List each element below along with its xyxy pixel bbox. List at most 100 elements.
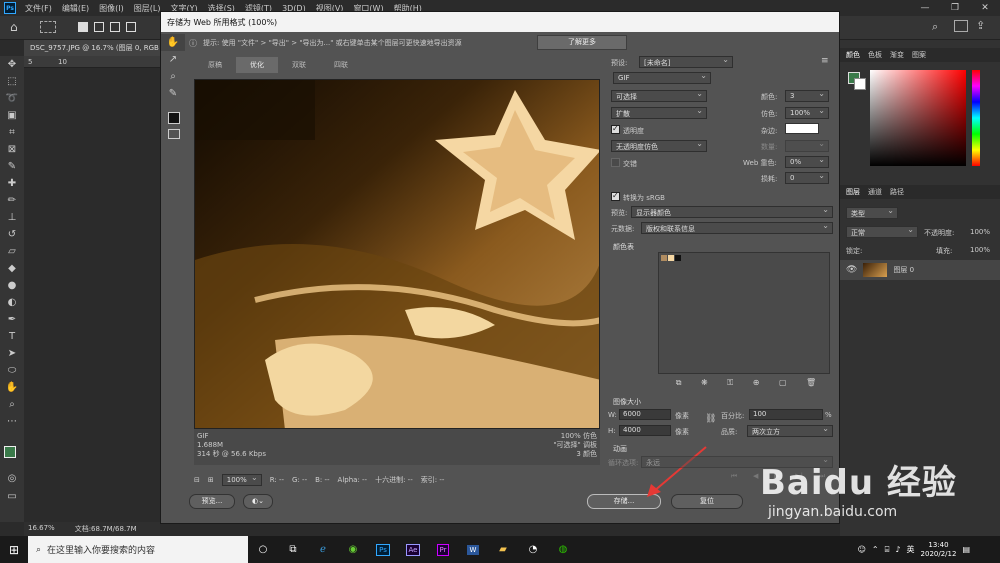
zoom-tool-icon[interactable]: ⌕ bbox=[0, 396, 24, 413]
task-view-icon[interactable]: ⧉ bbox=[278, 540, 308, 560]
format-select[interactable]: GIF bbox=[613, 72, 711, 84]
map-transparent-icon[interactable]: ⧉ bbox=[676, 378, 682, 388]
quick-mask-icon[interactable]: ◎ bbox=[0, 470, 24, 487]
eyedropper-tool-icon[interactable]: ✎ bbox=[0, 158, 24, 175]
tab-4up[interactable]: 四联 bbox=[320, 57, 362, 73]
tab-swatches[interactable]: 色板 bbox=[868, 50, 882, 60]
opacity-value[interactable]: 100% bbox=[970, 228, 990, 236]
zoom-tool-icon-dialog[interactable]: ⌕ bbox=[161, 68, 185, 85]
matte-color-swatch[interactable] bbox=[785, 123, 819, 134]
premiere-icon[interactable]: Pr bbox=[428, 540, 458, 560]
taskbar-clock[interactable]: 13:40 2020/2/12 bbox=[921, 541, 957, 559]
marquee-icon[interactable] bbox=[40, 21, 56, 33]
hand-tool-icon[interactable]: ✋ bbox=[0, 379, 24, 396]
color-picker-field[interactable] bbox=[870, 70, 966, 166]
after-effects-icon[interactable]: Ae bbox=[398, 540, 428, 560]
toggle-slices-icon[interactable] bbox=[168, 129, 180, 139]
web-shift-icon[interactable]: ❋ bbox=[701, 378, 708, 388]
lasso-tool-icon[interactable]: ➰ bbox=[0, 90, 24, 107]
browser-360-icon[interactable]: ◉ bbox=[338, 540, 368, 560]
zoom-select[interactable]: 100% bbox=[221, 474, 262, 486]
type-tool-icon[interactable]: T bbox=[0, 328, 24, 345]
path-select-tool-icon[interactable]: ➤ bbox=[0, 345, 24, 362]
delete-color-icon[interactable]: 🗑 bbox=[806, 378, 816, 388]
color-table-swatch-1[interactable] bbox=[661, 255, 667, 261]
preview-button[interactable]: 预览... bbox=[189, 494, 235, 509]
tab-layers[interactable]: 图层 bbox=[846, 187, 860, 197]
frame-tool-icon[interactable]: ⊠ bbox=[0, 141, 24, 158]
eyedropper-tool-icon-dialog[interactable]: ✎ bbox=[161, 85, 185, 102]
stamp-tool-icon[interactable]: ⊥ bbox=[0, 209, 24, 226]
cortana-icon[interactable]: ○ bbox=[248, 540, 278, 560]
history-brush-tool-icon[interactable]: ↺ bbox=[0, 226, 24, 243]
blur-tool-icon[interactable]: ● bbox=[0, 277, 24, 294]
slice-select-tool-icon[interactable]: ↗ bbox=[161, 51, 185, 68]
transparency-checkbox[interactable] bbox=[611, 124, 620, 134]
intersect-selection-icon[interactable] bbox=[126, 22, 136, 32]
palette-select[interactable]: 可选择 bbox=[611, 90, 707, 102]
maximize-icon[interactable]: ❐ bbox=[940, 0, 970, 16]
percent-field[interactable]: 100 bbox=[749, 409, 823, 420]
blend-mode-select[interactable]: 正常 bbox=[846, 226, 918, 238]
pen-tool-icon[interactable]: ✒ bbox=[0, 311, 24, 328]
windows-start-icon[interactable]: ⊞ bbox=[0, 536, 28, 563]
foreground-color-swatch[interactable] bbox=[4, 446, 16, 458]
screen-mode-icon[interactable]: ▭ bbox=[0, 488, 24, 505]
object-select-tool-icon[interactable]: ▣ bbox=[0, 107, 24, 124]
zoom-in-icon[interactable]: ⊞ bbox=[208, 476, 214, 484]
volume-icon[interactable]: ♪ bbox=[895, 545, 900, 554]
zoom-out-icon[interactable]: ⊟ bbox=[194, 476, 200, 484]
layer-kind-select[interactable]: 类型 bbox=[846, 207, 898, 219]
notification-icon[interactable]: ▤ bbox=[962, 545, 970, 554]
web-snap-select[interactable]: 0% bbox=[785, 156, 829, 168]
menu-image[interactable]: 图像(I) bbox=[94, 3, 129, 14]
eraser-tool-icon[interactable]: ▱ bbox=[0, 243, 24, 260]
subtract-selection-icon[interactable] bbox=[110, 22, 120, 32]
menu-edit[interactable]: 编辑(E) bbox=[57, 3, 94, 14]
menu-file[interactable]: 文件(F) bbox=[20, 3, 57, 14]
dither-select[interactable]: 扩散 bbox=[611, 107, 707, 119]
document-tab[interactable]: DSC_9757.JPG @ 16.7% (图层 0, RGB bbox=[24, 40, 160, 56]
photoshop-taskbar-icon[interactable]: Ps bbox=[368, 540, 398, 560]
search-icon[interactable]: ⌕ bbox=[932, 20, 938, 34]
hand-tool-icon-dialog[interactable]: ✋ bbox=[161, 34, 185, 51]
new-color-icon[interactable]: ▢ bbox=[779, 378, 787, 388]
hue-slider[interactable] bbox=[972, 70, 980, 166]
srgb-checkbox[interactable] bbox=[611, 191, 620, 201]
tab-color[interactable]: 颜色 bbox=[846, 50, 860, 60]
browser-preview-button[interactable]: ◐⌄ bbox=[243, 494, 273, 509]
tab-patterns[interactable]: 图案 bbox=[912, 50, 926, 60]
share-icon[interactable]: ⇪ bbox=[976, 19, 985, 32]
preview-mode-select[interactable]: 显示器颜色 bbox=[631, 206, 833, 218]
add-color-icon[interactable]: ⊕ bbox=[753, 378, 760, 388]
settings-menu-icon[interactable]: ≡ bbox=[821, 56, 829, 66]
layer-row[interactable]: 👁 图层 0 bbox=[840, 260, 1000, 280]
learn-more-button[interactable]: 了解更多 bbox=[537, 35, 627, 50]
brush-tool-icon[interactable]: ✏ bbox=[0, 192, 24, 209]
height-field[interactable]: 4000 bbox=[619, 425, 671, 436]
tab-original[interactable]: 原稿 bbox=[194, 57, 236, 73]
visibility-eye-icon[interactable]: 👁 bbox=[846, 265, 857, 275]
tab-channels[interactable]: 通道 bbox=[868, 187, 882, 197]
new-selection-icon[interactable] bbox=[78, 22, 88, 32]
file-explorer-icon[interactable]: ▰ bbox=[488, 540, 518, 560]
tab-2up[interactable]: 双联 bbox=[278, 57, 320, 73]
workspace-icon[interactable] bbox=[954, 20, 968, 32]
player-icon[interactable]: ◔ bbox=[518, 540, 548, 560]
home-icon[interactable]: ⌂ bbox=[10, 20, 18, 34]
marquee-tool-icon[interactable]: ⬚ bbox=[0, 73, 24, 90]
ime-indicator[interactable]: 英 bbox=[907, 544, 915, 555]
add-selection-icon[interactable] bbox=[94, 22, 104, 32]
crop-tool-icon[interactable]: ⌗ bbox=[0, 124, 24, 141]
interlace-checkbox[interactable] bbox=[611, 158, 620, 167]
bg-color-chip[interactable] bbox=[854, 78, 866, 90]
colors-select[interactable]: 3 bbox=[785, 90, 829, 102]
more-tools-icon[interactable]: ⋯ bbox=[0, 413, 24, 430]
preset-select[interactable]: [未命名] bbox=[639, 56, 733, 68]
minimize-icon[interactable]: — bbox=[910, 0, 940, 16]
optimized-preview-image[interactable] bbox=[194, 79, 600, 429]
lossy-select[interactable]: 0 bbox=[785, 172, 829, 184]
shape-tool-icon[interactable]: ⬭ bbox=[0, 362, 24, 379]
color-table-swatch-2[interactable] bbox=[668, 255, 674, 261]
close-icon[interactable]: ✕ bbox=[970, 0, 1000, 16]
